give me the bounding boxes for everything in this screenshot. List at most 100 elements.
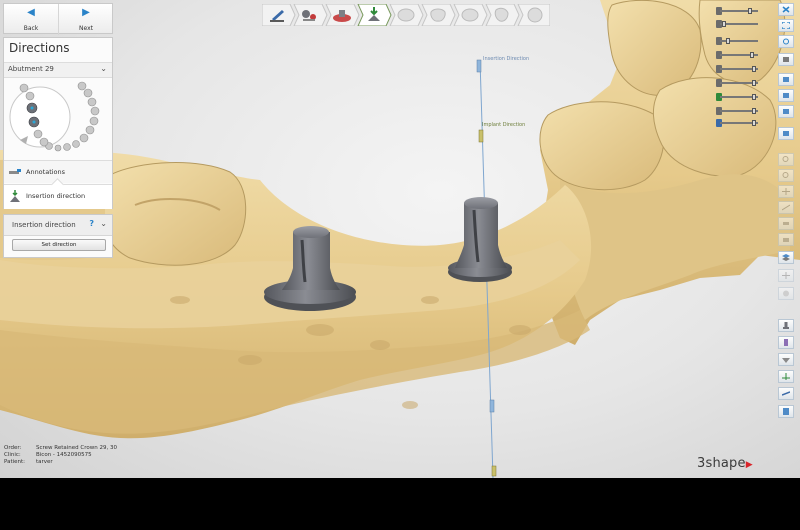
tooth-step[interactable] [424, 4, 457, 26]
snapshot-button[interactable] [778, 233, 794, 246]
gingiva-right [560, 174, 790, 320]
clinic-value: Bicon - 1452090575 [36, 452, 92, 458]
tooth-arch-map[interactable] [4, 78, 112, 156]
fit-view-button[interactable] [778, 19, 794, 32]
margin-line-step[interactable] [264, 4, 297, 26]
abutment-icon [783, 322, 789, 329]
abutment-select-value: Abutment 29 [8, 65, 54, 73]
occlusal-view-button[interactable] [778, 53, 794, 66]
tool-crown-button[interactable] [778, 353, 794, 366]
front-view-icon [783, 77, 789, 82]
rotate-view-button[interactable] [778, 35, 794, 48]
measure-button[interactable] [778, 201, 794, 214]
back-button[interactable]: ◀ Back [4, 4, 59, 35]
implant-direction-label: Implant Direction [482, 122, 526, 128]
finish-step[interactable] [522, 4, 555, 26]
visibility-slider-5[interactable] [716, 64, 760, 74]
patient-value: tarver [36, 459, 53, 465]
insertion-direction-marker-top [476, 59, 482, 73]
order-key: Order: [4, 445, 22, 451]
visibility-slider-3[interactable] [716, 36, 760, 46]
insertion-direction-step[interactable] [360, 4, 393, 26]
next-button[interactable]: ▶ Next [59, 4, 113, 35]
set-direction-button[interactable]: Set direction [12, 239, 106, 251]
logo-mark-icon: ▶ [745, 460, 753, 470]
tooth-side-step[interactable] [488, 4, 521, 26]
front-view-button[interactable] [778, 73, 794, 86]
clinic-key: Clinic: [4, 452, 21, 458]
tool-axis-button[interactable] [778, 370, 794, 383]
crown-icon [782, 358, 790, 363]
clinic-info: Clinic: Bicon - 1452090575 [4, 452, 92, 458]
molar-left [101, 162, 247, 266]
visibility-slider-2[interactable] [716, 19, 760, 29]
patient-key: Patient: [4, 459, 26, 465]
implant-direction-marker-bottom [491, 465, 497, 477]
measure-icon [782, 204, 790, 211]
pan-icon [782, 188, 790, 195]
tool-abutment-button[interactable] [778, 319, 794, 332]
pan-button[interactable] [778, 185, 794, 198]
layers-icon [782, 254, 790, 261]
visibility-slider-4[interactable] [716, 50, 760, 60]
close-icon [782, 6, 790, 13]
transparency-button[interactable] [778, 287, 794, 300]
abutment-design-step[interactable] [296, 4, 329, 26]
crown-top-step[interactable] [456, 4, 489, 26]
view-toolbar [778, 3, 796, 421]
tool-implant-button[interactable] [778, 336, 794, 349]
molar-right-1 [539, 101, 665, 191]
right-view-icon [783, 109, 789, 114]
insertion-direction-icon [10, 190, 20, 202]
order-value: Screw Retained Crown 29, 30 [36, 445, 117, 451]
camera-icon [783, 238, 789, 242]
model-stack-button[interactable] [778, 251, 794, 264]
visibility-slider-9[interactable] [716, 118, 760, 128]
crown-step[interactable] [392, 4, 425, 26]
visibility-slider-8[interactable] [716, 106, 760, 116]
rotate-icon [783, 38, 789, 45]
workflow-toolbar [261, 3, 551, 27]
tool-report-button[interactable] [778, 405, 794, 418]
help-icon[interactable]: ? [89, 219, 94, 228]
abutment-select[interactable]: Abutment 29 ⌄ [4, 62, 112, 78]
chevron-down-icon: ⌄ [100, 64, 107, 73]
gingiva-step[interactable] [328, 4, 361, 26]
insertion-direction-marker-bottom [489, 399, 495, 413]
patient-info: Patient: tarver [4, 459, 53, 465]
zoom-out-button[interactable] [778, 169, 794, 182]
visibility-slider-6[interactable] [716, 78, 760, 88]
grid-button[interactable] [778, 269, 794, 282]
insertion-direction-label: Insertion Direction [483, 56, 530, 62]
back-arrow-icon: ◀ [27, 7, 35, 18]
occlusal-view-icon [783, 57, 789, 62]
next-arrow-icon: ▶ [82, 7, 90, 18]
zoom-in-button[interactable] [778, 153, 794, 166]
order-info: Order: Screw Retained Crown 29, 30 [4, 445, 117, 451]
next-label: Next [79, 25, 93, 32]
insertion-direction-item[interactable]: Insertion direction [4, 184, 112, 209]
axis-icon [782, 373, 790, 380]
section-button[interactable] [778, 217, 794, 230]
close-view-button[interactable] [778, 3, 794, 16]
chevron-down-icon[interactable]: ⌄ [100, 219, 107, 228]
directions-panel: Directions Abutment 29 ⌄ Annotations Ins… [3, 37, 113, 209]
panel-title: Directions [9, 41, 70, 55]
implant-icon [784, 339, 788, 346]
direction-icon [782, 391, 790, 396]
left-view-icon [783, 93, 789, 98]
dental-model-scene[interactable] [0, 0, 800, 478]
visibility-slider-1[interactable] [716, 6, 760, 16]
back-label: Back [23, 25, 39, 32]
left-view-button[interactable] [778, 89, 794, 102]
tool-direction-button[interactable] [778, 387, 794, 400]
visibility-slider-7[interactable] [716, 92, 760, 102]
section-icon [783, 222, 789, 225]
insertion-direction-header[interactable]: Insertion direction ? ⌄ [4, 215, 112, 236]
insertion-direction-panel: Insertion direction ? ⌄ Set direction [3, 214, 113, 258]
3d-viewport[interactable]: Insertion Direction Implant Direction ◀ … [0, 0, 800, 478]
report-icon [783, 408, 789, 415]
back-view-button[interactable] [778, 127, 794, 140]
annotations-icon [9, 169, 21, 174]
right-view-button[interactable] [778, 105, 794, 118]
